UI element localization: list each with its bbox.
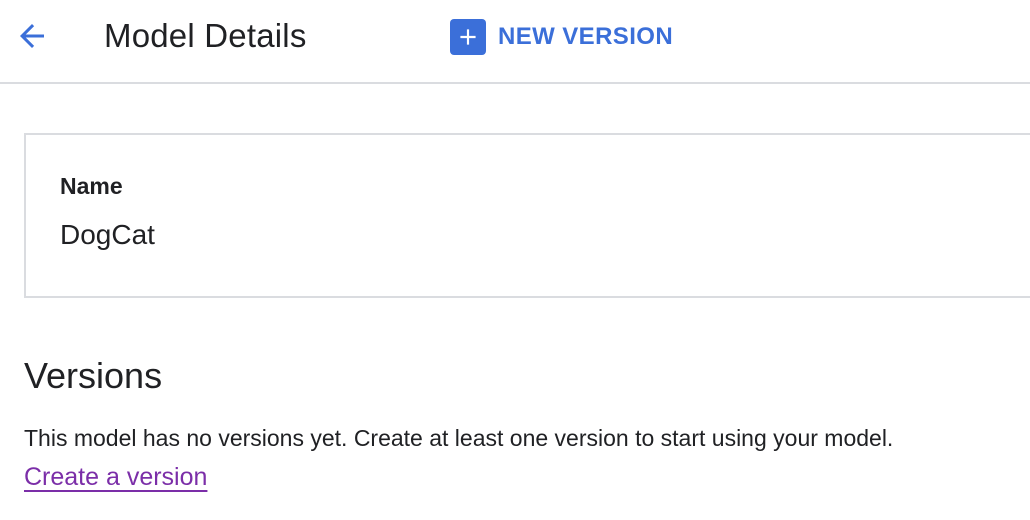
arrow-back-icon	[14, 18, 50, 59]
versions-heading: Versions	[24, 355, 163, 396]
header-bar: Model Details NEW VERSION	[0, 0, 1030, 84]
page-title: Model Details	[104, 17, 307, 54]
name-field-label: Name	[60, 173, 123, 199]
create-version-link[interactable]: Create a version	[24, 460, 207, 494]
back-button[interactable]	[10, 16, 54, 60]
plus-icon	[450, 19, 486, 55]
new-version-button[interactable]: NEW VERSION	[450, 18, 673, 56]
new-version-label: NEW VERSION	[498, 23, 674, 50]
model-name-card: Name DogCat	[24, 133, 1030, 298]
model-details-page: Model Details NEW VERSION Name DogCat Ve…	[0, 0, 1030, 520]
versions-empty-message: This model has no versions yet. Create a…	[24, 425, 894, 451]
name-field-value: DogCat	[60, 219, 155, 250]
